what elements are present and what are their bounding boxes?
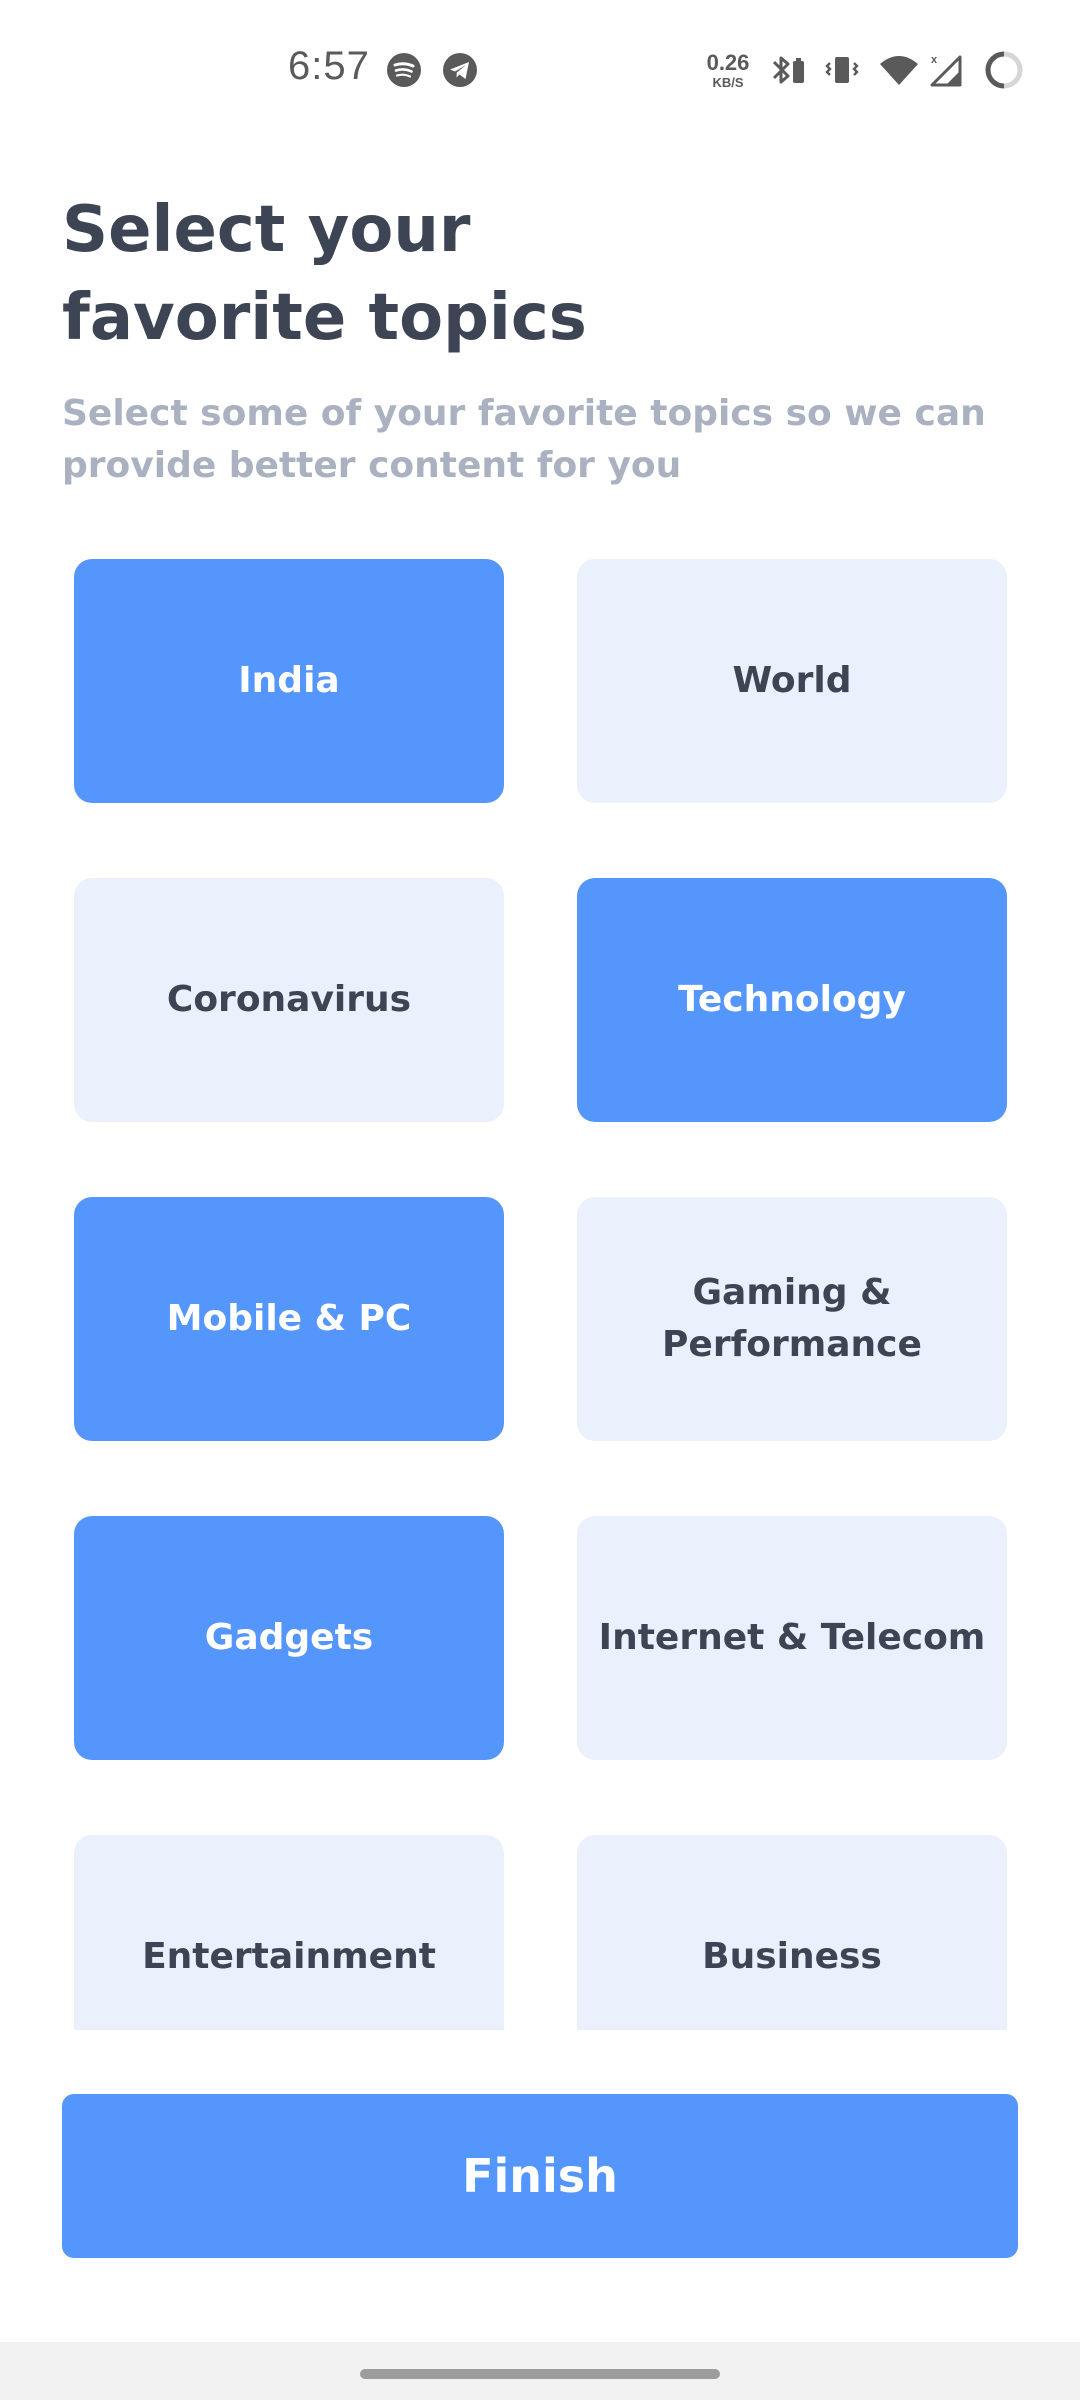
home-gesture-handle[interactable] [360,2369,720,2379]
status-time: 6:57 [288,44,370,88]
topic-label: Coronavirus [166,979,412,1020]
topics-grid: India World Coronavirus Technology Mobil… [0,540,1080,2030]
topic-label: Gaming & Performance [662,1272,922,1365]
topic-card-world[interactable]: World [577,559,1007,803]
topic-card-india[interactable]: India [74,559,504,803]
cell-signal-icon: x [930,54,962,87]
wifi-icon [880,56,918,85]
topic-label: Technology [678,979,906,1020]
topic-card-gadgets[interactable]: Gadgets [74,1516,504,1760]
bluetooth-icon [772,56,804,84]
network-speed-unit: KB/S [712,75,744,90]
topic-card-technology[interactable]: Technology [577,878,1007,1122]
topic-card-mobile-pc[interactable]: Mobile & PC [74,1197,504,1441]
status-bar: 6:57 0.26 KB/S x [0,0,1080,140]
page-title: Select your favorite topics [62,193,587,355]
topic-selection-screen: 6:57 0.26 KB/S x Select your favorite to… [0,0,1080,2400]
network-speed: 0.26 KB/S [700,50,756,90]
spotify-icon [387,53,421,87]
topic-card-gaming-performance[interactable]: Gaming & Performance [577,1197,1007,1441]
topic-card-coronavirus[interactable]: Coronavirus [74,878,504,1122]
topic-label: Entertainment [142,1936,436,1977]
topic-label: World [732,660,852,701]
topic-label: Business [702,1936,882,1977]
finish-button[interactable]: Finish [62,2094,1018,2258]
navigation-bar [0,2342,1080,2400]
topic-label: Gadgets [204,1617,374,1658]
topic-label: Mobile & PC [166,1298,412,1339]
topic-label: Internet & Telecom [598,1617,986,1658]
telegram-icon [443,53,477,87]
topic-label: India [238,660,340,701]
topic-card-internet-telecom[interactable]: Internet & Telecom [577,1516,1007,1760]
topic-card-entertainment[interactable]: Entertainment [74,1835,504,2030]
page-subtitle: Select some of your favorite topics so w… [62,393,986,486]
vibrate-icon [825,57,859,83]
topic-card-business[interactable]: Business [577,1835,1007,2030]
battery-icon [985,51,1023,89]
svg-text:x: x [931,54,938,66]
network-speed-value: 0.26 [706,50,750,75]
